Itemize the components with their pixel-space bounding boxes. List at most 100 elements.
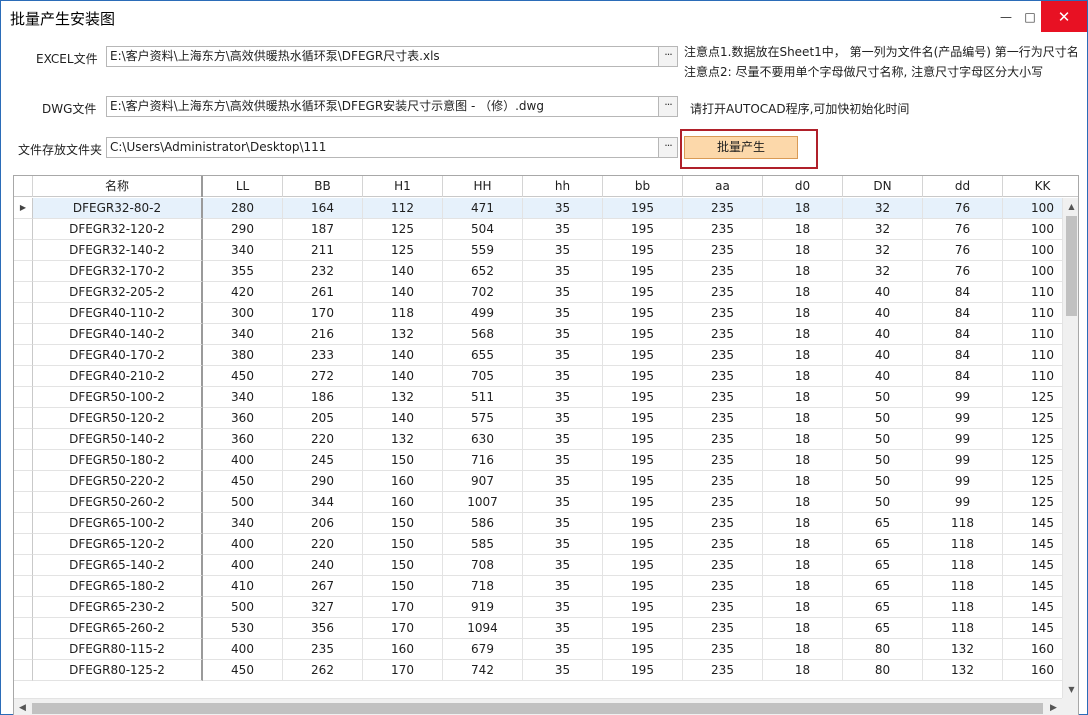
table-cell[interactable]: 355 <box>203 261 283 282</box>
table-cell[interactable]: 195 <box>603 471 683 492</box>
table-cell[interactable]: 400 <box>203 555 283 576</box>
dwg-path-field[interactable]: E:\客户资料\上海东方\高效供暖热水循环泵\DFEGR安装尺寸示意图 - （修… <box>106 96 659 117</box>
table-cell[interactable]: 40 <box>843 366 923 387</box>
table-cell[interactable]: 164 <box>283 198 363 219</box>
grid-body[interactable]: ▶ DFEGR32-80-2 280 164 112 471 35 195 235 18 32 76 1… <box>14 198 1062 698</box>
column-header[interactable]: HH <box>443 176 523 197</box>
row-indicator[interactable] <box>14 219 33 240</box>
table-cell[interactable]: 235 <box>683 597 763 618</box>
table-cell[interactable]: 195 <box>603 219 683 240</box>
table-cell[interactable]: 195 <box>603 198 683 219</box>
scroll-up-icon[interactable]: ▲ <box>1063 198 1078 215</box>
table-cell[interactable]: 500 <box>203 597 283 618</box>
table-cell[interactable]: 125 <box>363 219 443 240</box>
table-cell[interactable]: 235 <box>683 471 763 492</box>
table-cell[interactable]: 50 <box>843 450 923 471</box>
table-cell[interactable]: 118 <box>923 534 1003 555</box>
table-row[interactable]: DFEGR65-180-2 410 267 150 718 35 195 235 18 65 118… <box>14 576 1062 597</box>
row-name-cell[interactable]: DFEGR50-180-2 <box>33 450 203 471</box>
table-row[interactable]: DFEGR32-170-2 355 232 140 652 35 195 235 18 32 76 1… <box>14 261 1062 282</box>
table-cell[interactable]: 80 <box>843 639 923 660</box>
table-cell[interactable]: 195 <box>603 303 683 324</box>
table-cell[interactable]: 35 <box>523 576 603 597</box>
table-cell[interactable]: 500 <box>203 492 283 513</box>
table-row[interactable]: DFEGR40-140-2 340 216 132 568 35 195 235 18 40 84 1… <box>14 324 1062 345</box>
table-cell[interactable]: 344 <box>283 492 363 513</box>
table-row[interactable]: DFEGR32-140-2 340 211 125 559 35 195 235 18 32 76 1… <box>14 240 1062 261</box>
row-name-cell[interactable]: DFEGR50-220-2 <box>33 471 203 492</box>
table-cell[interactable]: 145 <box>1003 555 1062 576</box>
row-indicator[interactable] <box>14 471 33 492</box>
table-cell[interactable]: 235 <box>683 408 763 429</box>
table-cell[interactable]: 267 <box>283 576 363 597</box>
table-cell[interactable]: 110 <box>1003 345 1062 366</box>
table-cell[interactable]: 132 <box>923 660 1003 681</box>
table-row[interactable]: DFEGR65-120-2 400 220 150 585 35 195 235 18 65 118… <box>14 534 1062 555</box>
table-cell[interactable]: 235 <box>683 492 763 513</box>
row-name-cell[interactable]: DFEGR50-140-2 <box>33 429 203 450</box>
horizontal-scroll-thumb[interactable] <box>32 703 1043 714</box>
table-row[interactable]: DFEGR40-170-2 380 233 140 655 35 195 235 18 40 84 1… <box>14 345 1062 366</box>
table-cell[interactable]: 32 <box>843 219 923 240</box>
table-cell[interactable]: 84 <box>923 324 1003 345</box>
row-name-cell[interactable]: DFEGR50-120-2 <box>33 408 203 429</box>
dwg-browse-button[interactable]: ··· <box>658 96 678 117</box>
table-cell[interactable]: 100 <box>1003 240 1062 261</box>
table-cell[interactable]: 235 <box>683 240 763 261</box>
table-cell[interactable]: 65 <box>843 618 923 639</box>
scroll-left-icon[interactable]: ◀ <box>14 699 31 715</box>
close-icon[interactable]: ✕ <box>1041 1 1087 32</box>
table-cell[interactable]: 18 <box>763 492 843 513</box>
table-cell[interactable]: 340 <box>203 513 283 534</box>
table-cell[interactable]: 327 <box>283 597 363 618</box>
table-cell[interactable]: 235 <box>683 282 763 303</box>
table-cell[interactable]: 125 <box>1003 471 1062 492</box>
table-cell[interactable]: 360 <box>203 429 283 450</box>
table-cell[interactable]: 32 <box>843 240 923 261</box>
row-indicator[interactable] <box>14 261 33 282</box>
table-cell[interactable]: 99 <box>923 387 1003 408</box>
table-cell[interactable]: 160 <box>363 471 443 492</box>
table-cell[interactable]: 35 <box>523 555 603 576</box>
table-cell[interactable]: 235 <box>683 366 763 387</box>
table-cell[interactable]: 170 <box>363 660 443 681</box>
row-indicator[interactable] <box>14 618 33 639</box>
table-cell[interactable]: 84 <box>923 303 1003 324</box>
table-cell[interactable]: 18 <box>763 513 843 534</box>
table-cell[interactable]: 18 <box>763 387 843 408</box>
table-cell[interactable]: 110 <box>1003 282 1062 303</box>
table-cell[interactable]: 235 <box>683 555 763 576</box>
table-cell[interactable]: 450 <box>203 366 283 387</box>
table-cell[interactable]: 186 <box>283 387 363 408</box>
table-row[interactable]: DFEGR40-110-2 300 170 118 499 35 195 235 18 40 84 1… <box>14 303 1062 324</box>
table-cell[interactable]: 40 <box>843 324 923 345</box>
table-cell[interactable]: 50 <box>843 408 923 429</box>
column-header[interactable]: BB <box>283 176 363 197</box>
column-header[interactable]: 名称 <box>33 176 203 197</box>
table-cell[interactable]: 235 <box>683 198 763 219</box>
table-cell[interactable]: 35 <box>523 408 603 429</box>
row-name-cell[interactable]: DFEGR65-260-2 <box>33 618 203 639</box>
table-cell[interactable]: 235 <box>683 450 763 471</box>
table-cell[interactable]: 50 <box>843 429 923 450</box>
table-cell[interactable]: 18 <box>763 555 843 576</box>
table-cell[interactable]: 99 <box>923 429 1003 450</box>
column-header[interactable]: aa <box>683 176 763 197</box>
table-cell[interactable]: 195 <box>603 261 683 282</box>
table-cell[interactable]: 220 <box>283 429 363 450</box>
table-cell[interactable]: 145 <box>1003 534 1062 555</box>
table-cell[interactable]: 170 <box>363 618 443 639</box>
table-cell[interactable]: 655 <box>443 345 523 366</box>
table-cell[interactable]: 450 <box>203 471 283 492</box>
row-name-cell[interactable]: DFEGR32-80-2 <box>33 198 203 219</box>
table-cell[interactable]: 35 <box>523 660 603 681</box>
row-name-cell[interactable]: DFEGR65-230-2 <box>33 597 203 618</box>
table-cell[interactable]: 400 <box>203 639 283 660</box>
table-cell[interactable]: 235 <box>683 576 763 597</box>
table-cell[interactable]: 125 <box>1003 492 1062 513</box>
table-cell[interactable]: 195 <box>603 534 683 555</box>
row-name-cell[interactable]: DFEGR65-100-2 <box>33 513 203 534</box>
table-cell[interactable]: 18 <box>763 534 843 555</box>
table-cell[interactable]: 132 <box>363 429 443 450</box>
table-cell[interactable]: 150 <box>363 576 443 597</box>
